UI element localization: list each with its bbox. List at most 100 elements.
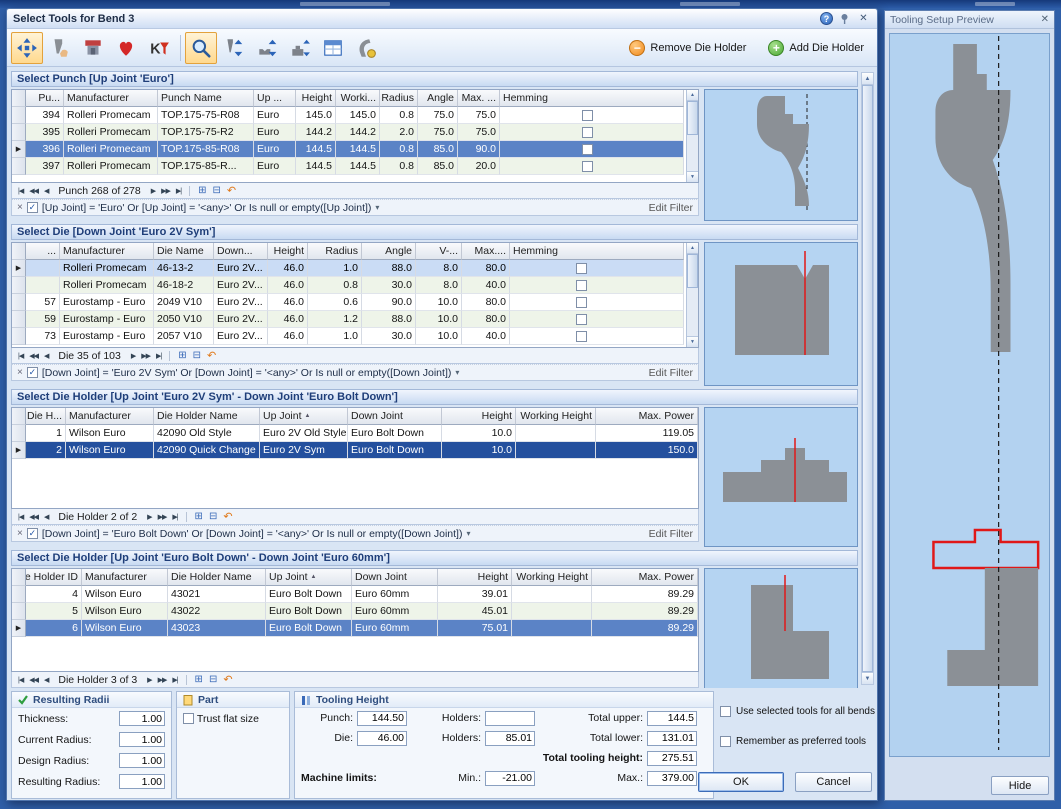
section-title[interactable]: Select Die [Down Joint 'Euro 2V Sym'] <box>11 224 858 240</box>
last-record-button[interactable]: ▶| <box>153 351 164 361</box>
grid-options-button[interactable]: ⊟ <box>190 349 204 362</box>
column-header-pu[interactable]: Pu... <box>26 90 64 107</box>
replace-die-button[interactable] <box>251 32 283 64</box>
hemming-checkbox[interactable] <box>576 280 587 291</box>
column-header-down-joint[interactable]: Down Joint <box>348 408 442 425</box>
scroll-thumb[interactable] <box>687 101 698 135</box>
column-header-up-joint[interactable]: Up Joint▲ <box>266 569 352 586</box>
remember-preferred-checkbox[interactable] <box>720 736 731 747</box>
main-scrollbar[interactable]: ▲ ▼ <box>861 72 874 685</box>
next-record-button[interactable]: ▶ <box>128 351 138 361</box>
column-header-hemming[interactable]: Hemming <box>500 90 684 107</box>
filter-enabled-checkbox[interactable]: ✓ <box>27 367 38 378</box>
scroll-down-icon[interactable]: ▼ <box>687 171 698 182</box>
die-height-field[interactable] <box>357 731 407 746</box>
next-page-button[interactable]: ▶▶ <box>155 512 170 522</box>
close-icon[interactable]: ✕ <box>856 11 871 26</box>
holders-lower-field[interactable] <box>485 731 535 746</box>
last-record-button[interactable]: ▶| <box>169 675 180 685</box>
table-row[interactable]: Rolleri Promecam46-18-2Euro 2V...46.00.8… <box>12 277 698 294</box>
column-header-manufacturer[interactable]: Manufacturer <box>64 90 158 107</box>
prev-record-button[interactable]: ◀ <box>41 186 51 196</box>
close-icon[interactable]: ✕ <box>1041 14 1049 25</box>
hemming-checkbox[interactable] <box>576 314 587 325</box>
column-header-v[interactable]: V-... <box>416 243 462 260</box>
holders-upper-field[interactable] <box>485 711 535 726</box>
table-row[interactable]: ▶2Wilson Euro42090 Quick ChangeEuro 2V S… <box>12 442 698 459</box>
table-row[interactable]: 59Eurostamp - Euro2050 V10Euro 2V...46.0… <box>12 311 698 328</box>
grid-scrollbar[interactable]: ▲▼ <box>686 90 698 182</box>
table-row[interactable]: ▶396Rolleri PromecamTOP.175-85-R08Euro14… <box>12 141 698 158</box>
prev-record-button[interactable]: ◀ <box>41 351 51 361</box>
scroll-down-icon[interactable]: ▼ <box>687 336 698 347</box>
select-punch-button[interactable] <box>44 32 76 64</box>
grid-options-button[interactable]: ⊟ <box>206 510 220 523</box>
prev-record-button[interactable]: ◀ <box>41 512 51 522</box>
first-record-button[interactable]: |◀ <box>15 512 26 522</box>
prev-page-button[interactable]: ◀◀ <box>26 351 41 361</box>
section-title[interactable]: Select Punch [Up Joint 'Euro'] <box>11 71 858 87</box>
table-row[interactable]: 394Rolleri PromecamTOP.175-75-R08Euro145… <box>12 107 698 124</box>
column-header-max-power[interactable]: Max. Power <box>592 569 698 586</box>
favorites-button[interactable] <box>110 32 142 64</box>
column-header-col[interactable]: ... <box>26 243 60 260</box>
bend-profile-button[interactable] <box>350 32 382 64</box>
table-row[interactable]: 4Wilson Euro43021Euro Bolt DownEuro 60mm… <box>12 586 698 603</box>
edit-filter-button[interactable]: Edit Filter <box>649 202 693 214</box>
total-lower-field[interactable] <box>647 731 697 746</box>
column-header-height[interactable]: Height <box>442 408 516 425</box>
column-header-hemming[interactable]: Hemming <box>510 243 684 260</box>
prev-page-button[interactable]: ◀◀ <box>26 186 41 196</box>
grid-scrollbar[interactable]: ▲▼ <box>686 243 698 347</box>
next-record-button[interactable]: ▶ <box>148 186 158 196</box>
table-row[interactable]: 57Eurostamp - Euro2049 V10Euro 2V...46.0… <box>12 294 698 311</box>
column-header-manufacturer[interactable]: Manufacturer <box>66 408 154 425</box>
first-record-button[interactable]: |◀ <box>15 351 26 361</box>
filter-dropdown-icon[interactable]: ▾ <box>466 529 470 538</box>
table-row[interactable]: ▶6Wilson Euro43023Euro Bolt DownEuro 60m… <box>12 620 698 637</box>
last-record-button[interactable]: ▶| <box>169 512 180 522</box>
export-grid-button[interactable]: ⊞ <box>195 184 209 197</box>
filter-close-icon[interactable]: × <box>17 202 23 213</box>
first-record-button[interactable]: |◀ <box>15 675 26 685</box>
resulting-radius-field[interactable] <box>119 774 165 789</box>
use-all-bends-checkbox[interactable] <box>720 706 731 717</box>
thickness-field[interactable] <box>119 711 165 726</box>
filter-enabled-checkbox[interactable]: ✓ <box>27 202 38 213</box>
section-title[interactable]: Select Die Holder [Up Joint 'Euro 2V Sym… <box>11 389 858 405</box>
last-record-button[interactable]: ▶| <box>173 186 184 196</box>
export-grid-button[interactable]: ⊞ <box>192 510 206 523</box>
column-header-down-joint[interactable]: Down Joint <box>352 569 438 586</box>
total-tooling-height-field[interactable] <box>647 751 697 766</box>
replace-punch-button[interactable] <box>218 32 250 64</box>
next-page-button[interactable]: ▶▶ <box>155 675 170 685</box>
scroll-down-icon[interactable]: ▼ <box>862 672 873 684</box>
column-header-max[interactable]: Max. ... <box>458 90 500 107</box>
column-header-die-holder-name[interactable]: Die Holder Name <box>154 408 260 425</box>
section-title[interactable]: Select Die Holder [Up Joint 'Euro Bolt D… <box>11 550 858 566</box>
grid-options-button[interactable]: ⊟ <box>206 673 220 686</box>
undo-filter-button[interactable]: ↶ <box>220 509 235 524</box>
column-header-height[interactable]: Height <box>296 90 336 107</box>
column-header-manufacturer[interactable]: Manufacturer <box>60 243 154 260</box>
add-die-holder-button[interactable]: + Add Die Holder <box>759 36 873 60</box>
machine-max-field[interactable] <box>647 771 697 786</box>
scroll-thumb[interactable] <box>862 85 873 672</box>
column-header-die-holder-id[interactable]: Die Holder ID <box>26 569 82 586</box>
scroll-up-icon[interactable]: ▲ <box>687 243 698 254</box>
zoom-button[interactable] <box>185 32 217 64</box>
cancel-button[interactable]: Cancel <box>795 772 872 792</box>
filter-close-icon[interactable]: × <box>17 367 23 378</box>
filter-enabled-checkbox[interactable]: ✓ <box>27 528 38 539</box>
column-header-height[interactable]: Height <box>268 243 308 260</box>
hemming-checkbox[interactable] <box>576 297 587 308</box>
column-header-working-height[interactable]: Working Height <box>512 569 592 586</box>
column-header-up[interactable]: Up ... <box>254 90 296 107</box>
table-row[interactable]: 1Wilson Euro42090 Old StyleEuro 2V Old S… <box>12 425 698 442</box>
column-header-worki[interactable]: Worki... <box>336 90 380 107</box>
machine-button[interactable] <box>77 32 109 64</box>
pin-icon[interactable] <box>837 11 852 26</box>
column-header-manufacturer[interactable]: Manufacturer <box>82 569 168 586</box>
preview-titlebar[interactable]: Tooling Setup Preview ✕ <box>885 11 1054 29</box>
punch-height-field[interactable] <box>357 711 407 726</box>
